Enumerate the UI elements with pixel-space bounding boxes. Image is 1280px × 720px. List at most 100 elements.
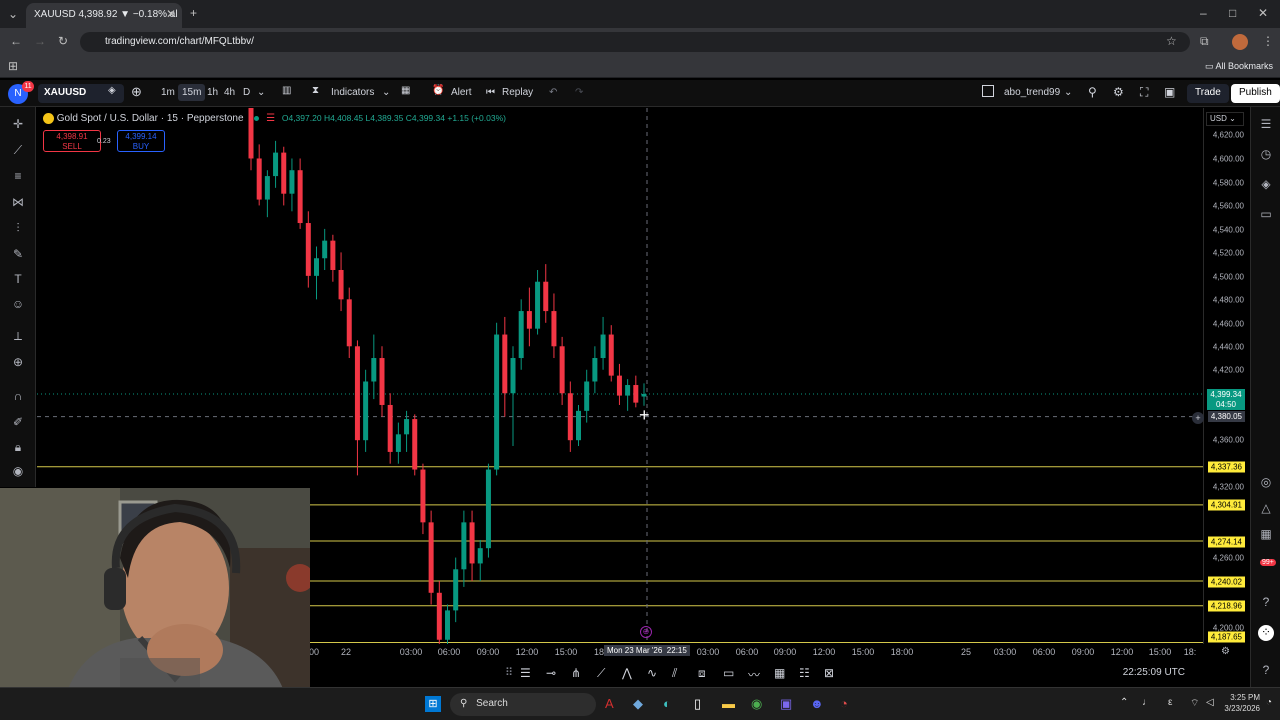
prediction-tool-icon[interactable]: ⫶ (10, 221, 26, 237)
position-icon[interactable]: ⧈ (698, 666, 706, 681)
watchlist-icon[interactable]: ☰ (1258, 117, 1274, 133)
tab-search-icon[interactable]: ⌄ (8, 7, 18, 21)
app-icon[interactable]: ◔ (840, 696, 848, 711)
layers-icon[interactable]: ◈ (1258, 177, 1274, 193)
symbol-info-icon[interactable]: ◈ (108, 85, 116, 96)
redo-icon[interactable]: ↷ (575, 87, 583, 98)
start-windows-icon[interactable]: ⊞ (425, 696, 441, 712)
interval-1h[interactable]: 1h (207, 87, 218, 98)
teams-icon[interactable]: ▣ (780, 696, 792, 712)
legend-menu-icon[interactable]: ☰ (266, 113, 275, 124)
target-icon[interactable]: ◎ (1258, 475, 1274, 491)
trade-button[interactable]: Trade (1187, 84, 1229, 103)
close-tab-icon[interactable]: ✕ (166, 7, 176, 21)
interval-dropdown-icon[interactable]: ⌄ (257, 87, 265, 98)
chrome-icon[interactable]: ◉ (751, 696, 762, 712)
buy-button[interactable]: 4,399.14 BUY (117, 130, 165, 152)
profile-avatar[interactable] (1232, 34, 1248, 50)
horizontal-ray-icon[interactable]: ⊸ (546, 666, 556, 680)
minimize-icon[interactable]: – (1200, 6, 1207, 20)
volume-icon[interactable]: ◁ (1206, 697, 1214, 708)
settings-icon[interactable]: ⚙ (1113, 85, 1124, 99)
alert-button[interactable]: Alert (451, 87, 472, 98)
interval-15m[interactable]: 15m (178, 84, 206, 101)
url-field[interactable]: tradingview.com/chart/MFQLtbbv/ (80, 32, 1190, 52)
fib-retracement-icon[interactable]: ☷ (799, 666, 810, 680)
publish-button[interactable]: Publish (1231, 84, 1280, 103)
file-explorer-icon[interactable]: ▬ (722, 696, 735, 711)
layout-dropdown-icon[interactable]: ⌄ (1064, 87, 1072, 98)
apps-grid-icon[interactable]: ⊞ (8, 59, 18, 73)
magnet-tool-icon[interactable]: ∩ (10, 389, 26, 405)
mic-icon[interactable]: ♩ (1142, 697, 1152, 708)
apps-icon[interactable]: ⁘ (1258, 625, 1274, 641)
new-tab-icon[interactable]: + (190, 6, 197, 20)
notification-bell-icon[interactable]: ◔ (1266, 697, 1272, 708)
trendline-tool-icon[interactable]: ⟋ (10, 143, 26, 159)
path-icon[interactable]: 〰 (748, 666, 760, 683)
alerts-clock-icon[interactable]: ◷ (1258, 147, 1274, 163)
indicators-dropdown-icon[interactable]: ⌄ (382, 87, 390, 98)
replay-icon[interactable]: ⏮ (486, 87, 495, 98)
edge-icon[interactable]: ◐ (663, 696, 671, 711)
sell-button[interactable]: 4,398.91 SELL (43, 130, 101, 152)
bookmark-star-icon[interactable]: ☆ (1166, 34, 1177, 48)
lock-icon[interactable]: 🔒︎ (10, 440, 26, 456)
parallel-channel-icon[interactable]: ⫽ (672, 666, 677, 681)
event-marker-icon[interactable]: ⊕ (640, 626, 652, 638)
indicators-button[interactable]: Indicators (331, 87, 374, 98)
rectangle-icon[interactable]: ▭ (723, 666, 734, 680)
ruler-tool-icon[interactable]: ⟂ (10, 329, 26, 345)
acrobat-icon[interactable]: A (605, 696, 614, 711)
crosshair-tool-icon[interactable]: ✛ (10, 117, 26, 133)
fullscreen-icon[interactable]: ⛶ (1140, 85, 1148, 100)
lock-drawing-icon[interactable]: ✐ (10, 415, 26, 431)
pitchfork-icon[interactable]: ⋔ (571, 666, 581, 680)
close-window-icon[interactable]: ✕ (1258, 6, 1268, 20)
brush-tool-icon[interactable]: ✎ (10, 247, 26, 263)
text-tool-icon[interactable]: T (10, 272, 26, 288)
support-icon[interactable]: ? (1258, 663, 1274, 679)
layout-grid-icon[interactable]: ▦ (401, 85, 410, 96)
zoom-tool-icon[interactable]: ⊕ (10, 355, 26, 371)
discord-icon[interactable]: ☻ (810, 696, 824, 711)
chat-icon[interactable]: ▭ (1258, 207, 1274, 223)
back-icon[interactable]: ← (10, 34, 22, 48)
forward-icon[interactable]: → (34, 34, 46, 48)
help-icon[interactable]: ? (1258, 595, 1274, 611)
price-axis[interactable]: USD ⌄ 4,620.00 4,600.00 4,580.00 4,560.0… (1192, 108, 1248, 644)
currency-selector[interactable]: USD ⌄ (1206, 112, 1244, 126)
wifi-icon[interactable]: ⌔ (1190, 697, 1199, 710)
browser-tab[interactable]: XAUUSD 4,398.92 ▼ −0.18% al (26, 3, 182, 28)
hide-drawings-icon[interactable]: ◉ (10, 464, 26, 480)
interval-4h[interactable]: 4h (224, 87, 235, 98)
add-alert-icon[interactable]: + (1192, 412, 1204, 424)
layout-checkbox[interactable] (982, 85, 994, 97)
calendar-icon[interactable]: ▦ (1258, 527, 1274, 543)
browser-menu-icon[interactable]: ⋮ (1262, 34, 1274, 48)
maximize-icon[interactable]: □ (1229, 6, 1236, 20)
ideas-icon[interactable]: △ (1258, 501, 1274, 517)
pattern-tool-icon[interactable]: ⋈ (10, 195, 26, 211)
language-icon[interactable]: ε (1168, 697, 1172, 708)
replay-button[interactable]: Replay (502, 87, 533, 98)
add-symbol-icon[interactable]: ⊕ (131, 84, 142, 100)
alert-icon[interactable]: ⏰ (432, 85, 444, 96)
undo-icon[interactable]: ↶ (549, 87, 557, 98)
interval-d[interactable]: D (243, 87, 250, 98)
elliott-wave-icon[interactable]: ∿ (647, 666, 657, 680)
taskbar-clock[interactable]: 3:25 PM 3/23/2026 (1222, 692, 1260, 714)
utc-clock[interactable]: 22:25:09 UTC (1123, 667, 1185, 678)
time-axis[interactable]: 00 22 03:00 06:00 09:00 12:00 15:00 18 M… (309, 644, 1203, 661)
candle-type-icon[interactable]: ▥ (282, 85, 291, 96)
xabcd-icon[interactable]: ⋀ (622, 666, 632, 680)
notepad-icon[interactable]: ▯ (694, 696, 701, 712)
tray-chevron-icon[interactable]: ⌃ (1120, 697, 1128, 708)
interval-1m[interactable]: 1m (161, 87, 175, 98)
reload-icon[interactable]: ↻ (58, 34, 68, 48)
taskbar-search[interactable]: ⚲ Search (450, 693, 596, 716)
gann-box-icon[interactable]: ⊠ (824, 666, 834, 680)
fib-tool-icon[interactable]: ≡ (10, 169, 26, 185)
fib-grid-icon[interactable]: ▦ (774, 666, 785, 680)
snapshot-icon[interactable]: ▣ (1164, 85, 1175, 99)
